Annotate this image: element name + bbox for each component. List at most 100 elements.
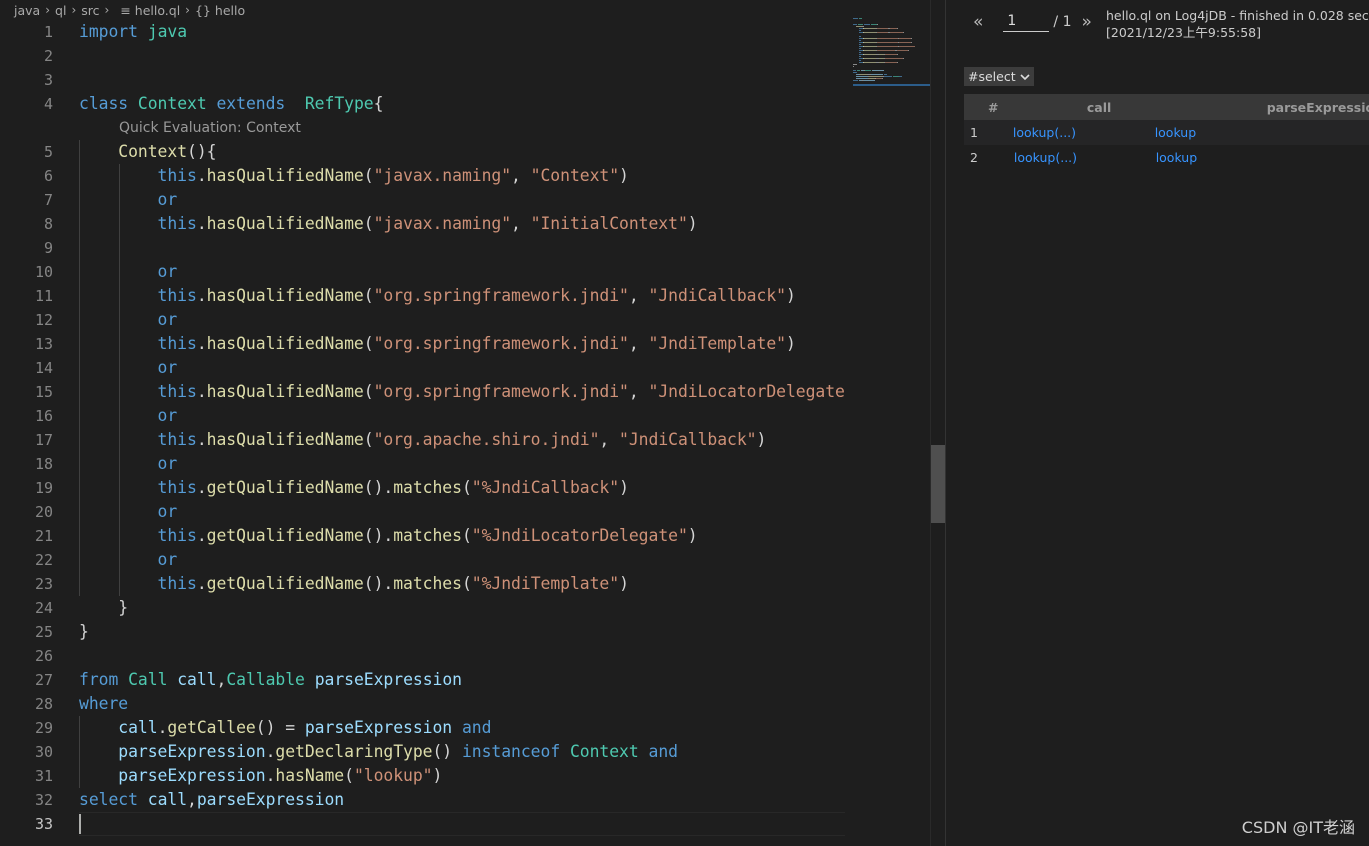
code-token: . [196, 478, 207, 497]
result-set-value: #select [968, 69, 1016, 84]
code-token: . [265, 742, 276, 761]
line-number: 12 [34, 311, 53, 329]
code-line[interactable]: 20 or [0, 500, 845, 524]
code-token: this [157, 526, 197, 545]
code-line[interactable]: 33 [0, 812, 845, 836]
code-line[interactable]: 16 or [0, 404, 845, 428]
column-header-call[interactable]: call [1012, 94, 1155, 120]
breadcrumb-src[interactable]: src [81, 3, 99, 18]
code-line[interactable]: 9 [0, 236, 845, 260]
parse-link[interactable]: lookup [1156, 150, 1197, 165]
line-number: 3 [43, 71, 53, 89]
minimap[interactable] [845, 0, 930, 846]
code-token: , [511, 166, 531, 185]
scrollbar-thumb[interactable] [931, 445, 945, 523]
code-token: select [79, 790, 138, 809]
code-line[interactable]: 4 class Context extends RefType{ [0, 92, 845, 116]
code-line[interactable]: 27 from Call call,Callable parseExpressio… [0, 668, 845, 692]
minimap-token [889, 32, 903, 33]
code-token: hasQualifiedName [206, 286, 364, 305]
code-text: or [79, 356, 178, 380]
code-token: from [79, 670, 119, 689]
code-line[interactable]: 32 select call,parseExpression [0, 788, 845, 812]
code-line[interactable]: 5 Context(){ [0, 140, 845, 164]
code-line[interactable]: 13 this.hasQualifiedName("org.springfram… [0, 332, 845, 356]
code-text: from Call call,Callable parseExpression [79, 668, 462, 692]
breadcrumb-symbol[interactable]: hello [215, 3, 245, 18]
column-header-index[interactable]: # [964, 94, 1013, 120]
code-line[interactable]: 11 this.hasQualifiedName("org.springfram… [0, 284, 845, 308]
code-line[interactable]: 26 [0, 644, 845, 668]
chevron-down-icon [1020, 73, 1030, 80]
code-token: ) [687, 526, 698, 545]
breadcrumb-ql[interactable]: ql [55, 3, 66, 18]
minimap-token [861, 26, 865, 27]
code-token: hasQualifiedName [206, 166, 364, 185]
minimap-token [889, 28, 897, 29]
code-line[interactable]: 23 this.getQualifiedName().matches("%Jnd… [0, 572, 845, 596]
call-link[interactable]: lookup(...) [1014, 150, 1077, 165]
code-token: getDeclaringType [275, 742, 433, 761]
code-line[interactable]: 1 import java [0, 20, 845, 44]
code-token: "%JndiLocatorDelegate" [471, 526, 688, 545]
code-token: hasQualifiedName [206, 430, 364, 449]
code-line[interactable]: 7 or [0, 188, 845, 212]
code-token: parseExpression [314, 670, 462, 689]
code-line[interactable]: 19 this.getQualifiedName().matches("%Jnd… [0, 476, 845, 500]
parse-link[interactable]: lookup [1155, 125, 1196, 140]
code-lines[interactable]: 1 import java 2 3 4 class Context extends Ref… [0, 20, 845, 836]
prev-page-icon[interactable]: « [973, 12, 983, 32]
code-line[interactable]: 14 or [0, 356, 845, 380]
code-line[interactable]: 10 or [0, 260, 845, 284]
next-page-icon[interactable]: » [1081, 12, 1091, 32]
code-token: ) [687, 214, 698, 233]
minimap-viewport[interactable] [853, 84, 930, 86]
code-line[interactable]: 17 this.hasQualifiedName("org.apache.shi… [0, 428, 845, 452]
code-line[interactable]: 31 parseExpression.hasName("lookup") [0, 764, 845, 788]
code-text: this.hasQualifiedName("org.springframewo… [79, 284, 796, 308]
code-line[interactable]: 3 [0, 68, 845, 92]
code-line[interactable]: 28 where [0, 692, 845, 716]
code-token: "%JndiTemplate" [471, 574, 620, 593]
breadcrumb-file[interactable]: hello.ql [135, 3, 180, 18]
code-line[interactable]: 29 call.getCallee() = parseExpression an… [0, 716, 845, 740]
code-text: this.getQualifiedName().matches("%JndiLo… [79, 524, 698, 548]
code-token: (). [363, 574, 394, 593]
row-index: 1 [964, 120, 1013, 145]
minimap-token [885, 62, 897, 63]
minimap-token [859, 56, 861, 57]
quick-evaluation-lens[interactable]: Quick Evaluation: Context [119, 116, 301, 140]
code-token: getQualifiedName [206, 526, 364, 545]
code-line[interactable]: 12 or [0, 308, 845, 332]
minimap-token [857, 70, 861, 71]
code-token: this [157, 574, 197, 593]
code-line[interactable]: 21 this.getQualifiedName().matches("%Jnd… [0, 524, 845, 548]
page-input[interactable] [1003, 12, 1050, 32]
vertical-scrollbar[interactable] [930, 0, 945, 846]
code-line[interactable]: 30 parseExpression.getDeclaringType() in… [0, 740, 845, 764]
code-line[interactable]: 25} [0, 620, 845, 644]
code-line[interactable]: 22 or [0, 548, 845, 572]
code-token: ) [785, 286, 796, 305]
chevron-right-icon: › [185, 3, 190, 17]
code-token: ) [619, 478, 629, 497]
code-line[interactable]: 6 this.hasQualifiedName("javax.naming", … [0, 164, 845, 188]
code-line[interactable]: 24 } [0, 596, 845, 620]
code-line[interactable]: 18 or [0, 452, 845, 476]
result-set-select[interactable]: #select [964, 67, 1034, 86]
column-header-parse[interactable]: parseExpression [1154, 94, 1369, 120]
code-text: or [79, 260, 178, 284]
call-link[interactable]: lookup(...) [1013, 125, 1076, 140]
code-text: call.getCallee() = parseExpression and [79, 716, 491, 740]
breadcrumb-java[interactable]: java [14, 3, 40, 18]
line-number: 9 [43, 239, 53, 257]
code-editor[interactable]: java › ql › src › ≡ hello.ql › {} hello 1 imp… [0, 0, 945, 846]
code-line[interactable]: 8 this.hasQualifiedName("javax.naming", … [0, 212, 845, 236]
code-token: } [79, 598, 129, 617]
code-token: Callable [226, 670, 305, 689]
code-line[interactable]: 2 [0, 44, 845, 68]
code-line[interactable]: 15 this.hasQualifiedName("org.springfram… [0, 380, 845, 404]
current-line-highlight [79, 812, 845, 836]
